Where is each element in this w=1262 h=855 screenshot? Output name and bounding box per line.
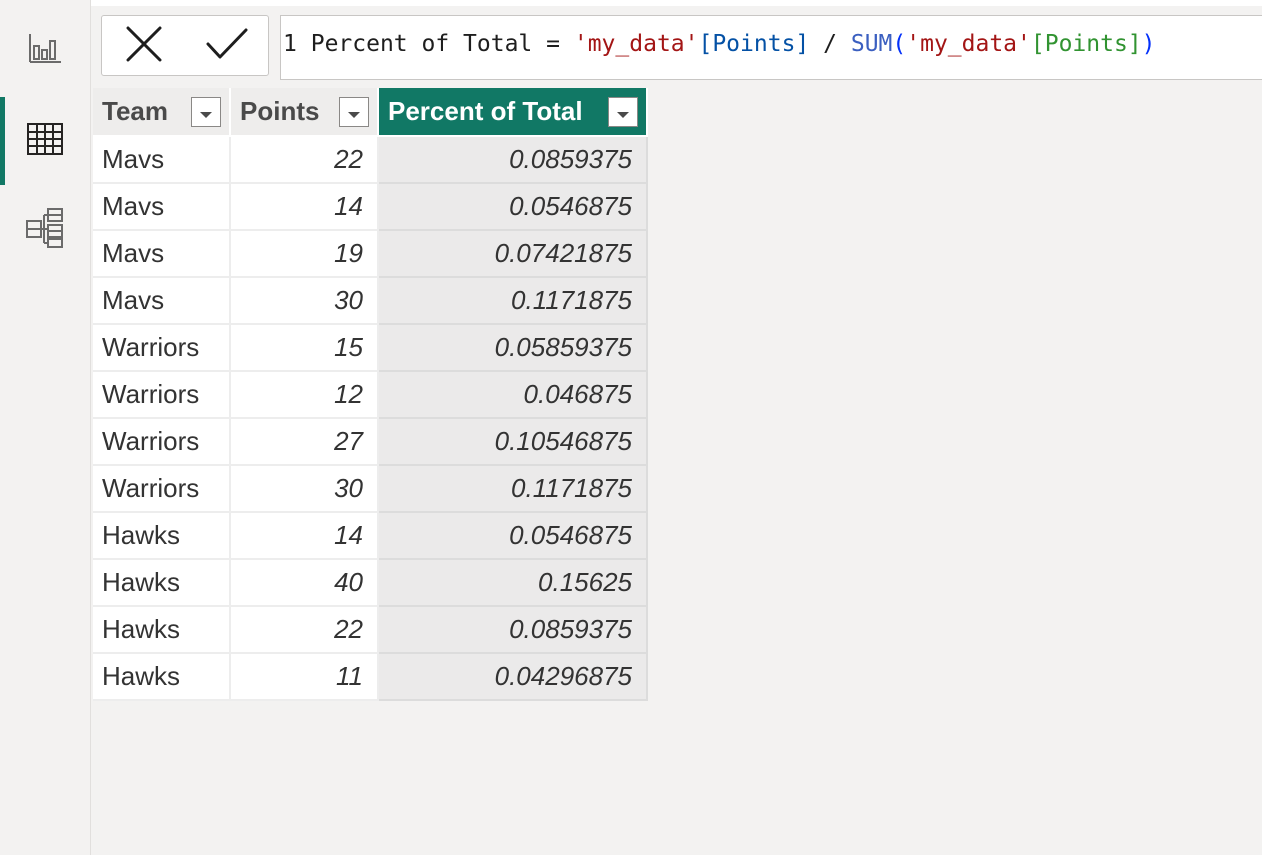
cell-team[interactable]: Mavs <box>93 183 231 231</box>
model-view-button[interactable] <box>0 186 90 274</box>
table-row: Hawks 40 0.15625 <box>93 559 648 607</box>
column-header-team[interactable]: Team <box>93 88 231 137</box>
cell-points[interactable]: 30 <box>230 277 379 325</box>
column-header-label: Team <box>102 96 168 126</box>
cell-percent[interactable]: 0.0546875 <box>378 512 648 560</box>
formula-column-ref: [Points] <box>1030 31 1142 57</box>
cell-points[interactable]: 12 <box>230 371 379 419</box>
table-row: Warriors 12 0.046875 <box>93 371 648 419</box>
cell-percent[interactable]: 0.0859375 <box>378 606 648 654</box>
cell-percent[interactable]: 0.046875 <box>378 371 648 419</box>
cell-team[interactable]: Hawks <box>93 606 231 654</box>
table-grid-icon <box>26 122 64 160</box>
chevron-down-icon <box>616 96 630 127</box>
formula-close-paren: ) <box>1141 31 1156 57</box>
data-view-button[interactable] <box>0 97 90 185</box>
top-strip <box>91 0 1262 6</box>
cell-percent[interactable]: 0.15625 <box>378 559 648 607</box>
table-row: Mavs 19 0.07421875 <box>93 230 648 278</box>
formula-line-number: 1 <box>283 31 297 57</box>
formula-operator: / <box>823 31 837 57</box>
checkmark-icon <box>205 27 249 65</box>
cell-percent[interactable]: 0.1171875 <box>378 465 648 513</box>
cell-points[interactable]: 22 <box>230 606 379 654</box>
bar-chart-icon <box>28 32 62 68</box>
column-header-label: Points <box>240 96 320 126</box>
formula-open-paren: ( <box>892 31 907 57</box>
table-row: Warriors 30 0.1171875 <box>93 465 648 513</box>
cell-team[interactable]: Mavs <box>93 136 231 184</box>
formula-input[interactable]: 1 Percent of Total = 'my_data'[Points] /… <box>280 15 1262 80</box>
formula-column-ref: [Points] <box>698 31 810 57</box>
cell-team[interactable]: Mavs <box>93 277 231 325</box>
cell-team[interactable]: Warriors <box>93 324 231 372</box>
filter-dropdown-button[interactable] <box>608 96 638 127</box>
filter-dropdown-button[interactable] <box>339 96 369 127</box>
cell-points[interactable]: 22 <box>230 136 379 184</box>
cell-percent[interactable]: 0.1171875 <box>378 277 648 325</box>
model-diagram-icon <box>24 207 66 253</box>
cell-percent[interactable]: 0.0546875 <box>378 183 648 231</box>
chevron-down-icon <box>347 96 361 127</box>
chevron-down-icon <box>199 96 213 127</box>
data-table: Team Points Percent of Total Mavs 22 0.0… <box>93 88 648 701</box>
table-header-row: Team Points Percent of Total <box>93 88 648 137</box>
column-header-label: Percent of Total <box>388 96 583 126</box>
cell-points[interactable]: 19 <box>230 230 379 278</box>
table-row: Warriors 15 0.05859375 <box>93 324 648 372</box>
cell-team[interactable]: Hawks <box>93 512 231 560</box>
cell-team[interactable]: Mavs <box>93 230 231 278</box>
table-row: Mavs 30 0.1171875 <box>93 277 648 325</box>
cell-percent[interactable]: 0.10546875 <box>378 418 648 466</box>
report-view-button[interactable] <box>0 6 90 94</box>
view-rail <box>0 0 91 855</box>
table-row: Hawks 11 0.04296875 <box>93 653 648 701</box>
cell-team[interactable]: Warriors <box>93 465 231 513</box>
formula-equals: = <box>546 31 560 57</box>
cell-points[interactable]: 15 <box>230 324 379 372</box>
cancel-formula-button[interactable] <box>118 20 170 72</box>
formula-bar-actions <box>101 15 269 76</box>
cell-points[interactable]: 30 <box>230 465 379 513</box>
table-row: Warriors 27 0.10546875 <box>93 418 648 466</box>
cell-team[interactable]: Warriors <box>93 418 231 466</box>
close-icon <box>125 25 163 67</box>
table-row: Hawks 22 0.0859375 <box>93 606 648 654</box>
commit-formula-button[interactable] <box>201 20 253 72</box>
cell-points[interactable]: 27 <box>230 418 379 466</box>
table-row: Hawks 14 0.0546875 <box>93 512 648 560</box>
formula-table-ref: 'my_data' <box>573 31 699 57</box>
cell-points[interactable]: 40 <box>230 559 379 607</box>
cell-percent[interactable]: 0.05859375 <box>378 324 648 372</box>
column-header-points[interactable]: Points <box>230 88 379 137</box>
cell-percent[interactable]: 0.04296875 <box>378 653 648 701</box>
formula-table-ref: 'my_data' <box>906 31 1031 57</box>
table-row: Mavs 14 0.0546875 <box>93 183 648 231</box>
cell-team[interactable]: Hawks <box>93 559 231 607</box>
cell-points[interactable]: 11 <box>230 653 379 701</box>
formula-measure-name: Percent of Total <box>310 31 533 57</box>
cell-team[interactable]: Hawks <box>93 653 231 701</box>
cell-percent[interactable]: 0.0859375 <box>378 136 648 184</box>
column-header-percent-of-total[interactable]: Percent of Total <box>378 88 648 137</box>
cell-points[interactable]: 14 <box>230 183 379 231</box>
formula-function: SUM <box>850 31 893 57</box>
table-row: Mavs 22 0.0859375 <box>93 136 648 184</box>
cell-points[interactable]: 14 <box>230 512 379 560</box>
cell-team[interactable]: Warriors <box>93 371 231 419</box>
cell-percent[interactable]: 0.07421875 <box>378 230 648 278</box>
filter-dropdown-button[interactable] <box>191 96 221 127</box>
